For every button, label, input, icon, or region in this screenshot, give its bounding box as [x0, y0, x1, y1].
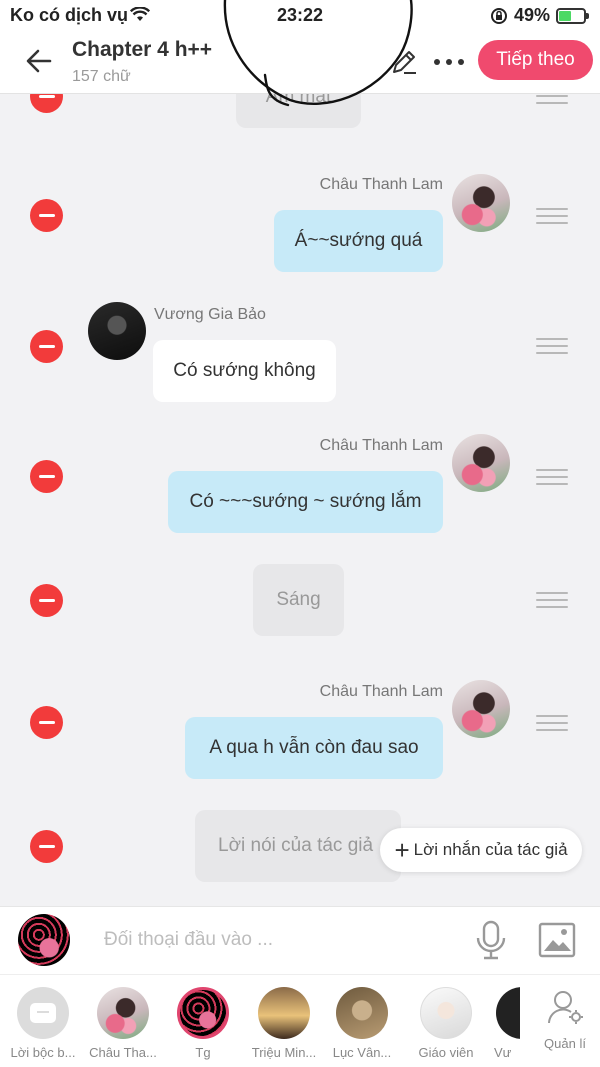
character-item[interactable]: Giáo viên [408, 987, 484, 1060]
speaker-name: Châu Thanh Lam [319, 683, 443, 700]
avatar [177, 987, 229, 1039]
microphone-icon[interactable] [474, 920, 508, 960]
delete-message-button[interactable] [30, 584, 63, 617]
avatar [336, 987, 388, 1039]
narrator-icon [17, 987, 69, 1039]
dialogue-input[interactable]: Đối thoại đầu vào ... [104, 929, 273, 951]
author-note-button[interactable]: + Lời nhắn của tác giả [380, 828, 582, 872]
avatar [258, 987, 310, 1039]
speaker-name: Châu Thanh Lam [319, 176, 443, 193]
avatar[interactable] [452, 680, 510, 738]
message-bubble[interactable]: Á~~sướng quá [274, 210, 443, 272]
delete-message-button[interactable] [30, 706, 63, 739]
message-bubble[interactable]: Có ~~~sướng ~ sướng lắm [168, 471, 443, 533]
delete-message-button[interactable] [30, 460, 63, 493]
drag-handle-icon[interactable] [536, 208, 568, 224]
battery-percent: 49% [513, 5, 550, 25]
message-bubble[interactable]: A qua h vẫn còn đau sao [185, 717, 443, 779]
speaker-name: Châu Thanh Lam [319, 437, 443, 454]
drag-handle-icon[interactable] [536, 715, 568, 731]
speaker-name: Vương Gia Bảo [154, 306, 266, 323]
author-note-label: Lời nhắn của tác giả [413, 840, 568, 859]
drag-handle-icon[interactable] [536, 592, 568, 608]
back-arrow-icon[interactable] [24, 46, 54, 76]
character-item[interactable]: Tg [165, 987, 241, 1060]
status-bar: Ko có dịch vụ 23:22 49% [0, 0, 600, 32]
header: Chapter 4 h++ 157 chữ Tiếp theo [0, 32, 600, 94]
character-bar: Lời bộc b... Châu Tha... Tg Triệu Min...… [0, 974, 600, 1067]
word-count: 157 chữ [72, 68, 131, 85]
manage-characters-button[interactable]: Quản lí [530, 987, 600, 1067]
input-bar: Đối thoại đầu vào ... [0, 906, 600, 974]
avatar[interactable] [452, 174, 510, 232]
next-button[interactable]: Tiếp theo [478, 40, 593, 80]
drag-handle-icon[interactable] [536, 469, 568, 485]
delete-message-button[interactable] [30, 330, 63, 363]
delete-message-button[interactable] [30, 94, 63, 113]
narration-bubble[interactable]: Sáng [253, 564, 344, 636]
drag-handle-icon[interactable] [536, 94, 568, 104]
delete-message-button[interactable] [30, 830, 63, 863]
person-settings-icon [548, 991, 583, 1024]
narration-bubble[interactable]: Ấm mặt [236, 94, 361, 128]
more-icon[interactable] [430, 48, 468, 76]
delete-message-button[interactable] [30, 199, 63, 232]
battery-icon [556, 7, 589, 24]
plus-icon: + [394, 835, 410, 865]
character-item[interactable]: Lục Vân... [324, 987, 400, 1060]
avatar[interactable] [452, 434, 510, 492]
message-bubble[interactable]: Có sướng không [153, 340, 336, 402]
drag-handle-icon[interactable] [536, 338, 568, 354]
avatar [496, 987, 520, 1039]
character-item[interactable]: Vư [480, 987, 520, 1060]
orientation-lock-icon [490, 7, 507, 24]
character-item[interactable]: Châu Tha... [85, 987, 161, 1060]
current-speaker-avatar[interactable] [18, 914, 70, 966]
avatar[interactable] [88, 302, 146, 360]
chat-area: Ấm mặt Châu Thanh Lam Á~~sướng quá Vương… [0, 94, 600, 906]
avatar [420, 987, 472, 1039]
avatar [97, 987, 149, 1039]
character-narrator[interactable]: Lời bộc b... [5, 987, 81, 1060]
chapter-title: Chapter 4 h++ [72, 38, 213, 61]
narration-bubble[interactable]: Lời nói của tác giả [195, 810, 401, 882]
image-icon[interactable] [538, 922, 576, 958]
character-item[interactable]: Triệu Min... [246, 987, 322, 1060]
pencil-icon[interactable] [390, 48, 418, 76]
manage-label: Quản lí [544, 1036, 586, 1051]
